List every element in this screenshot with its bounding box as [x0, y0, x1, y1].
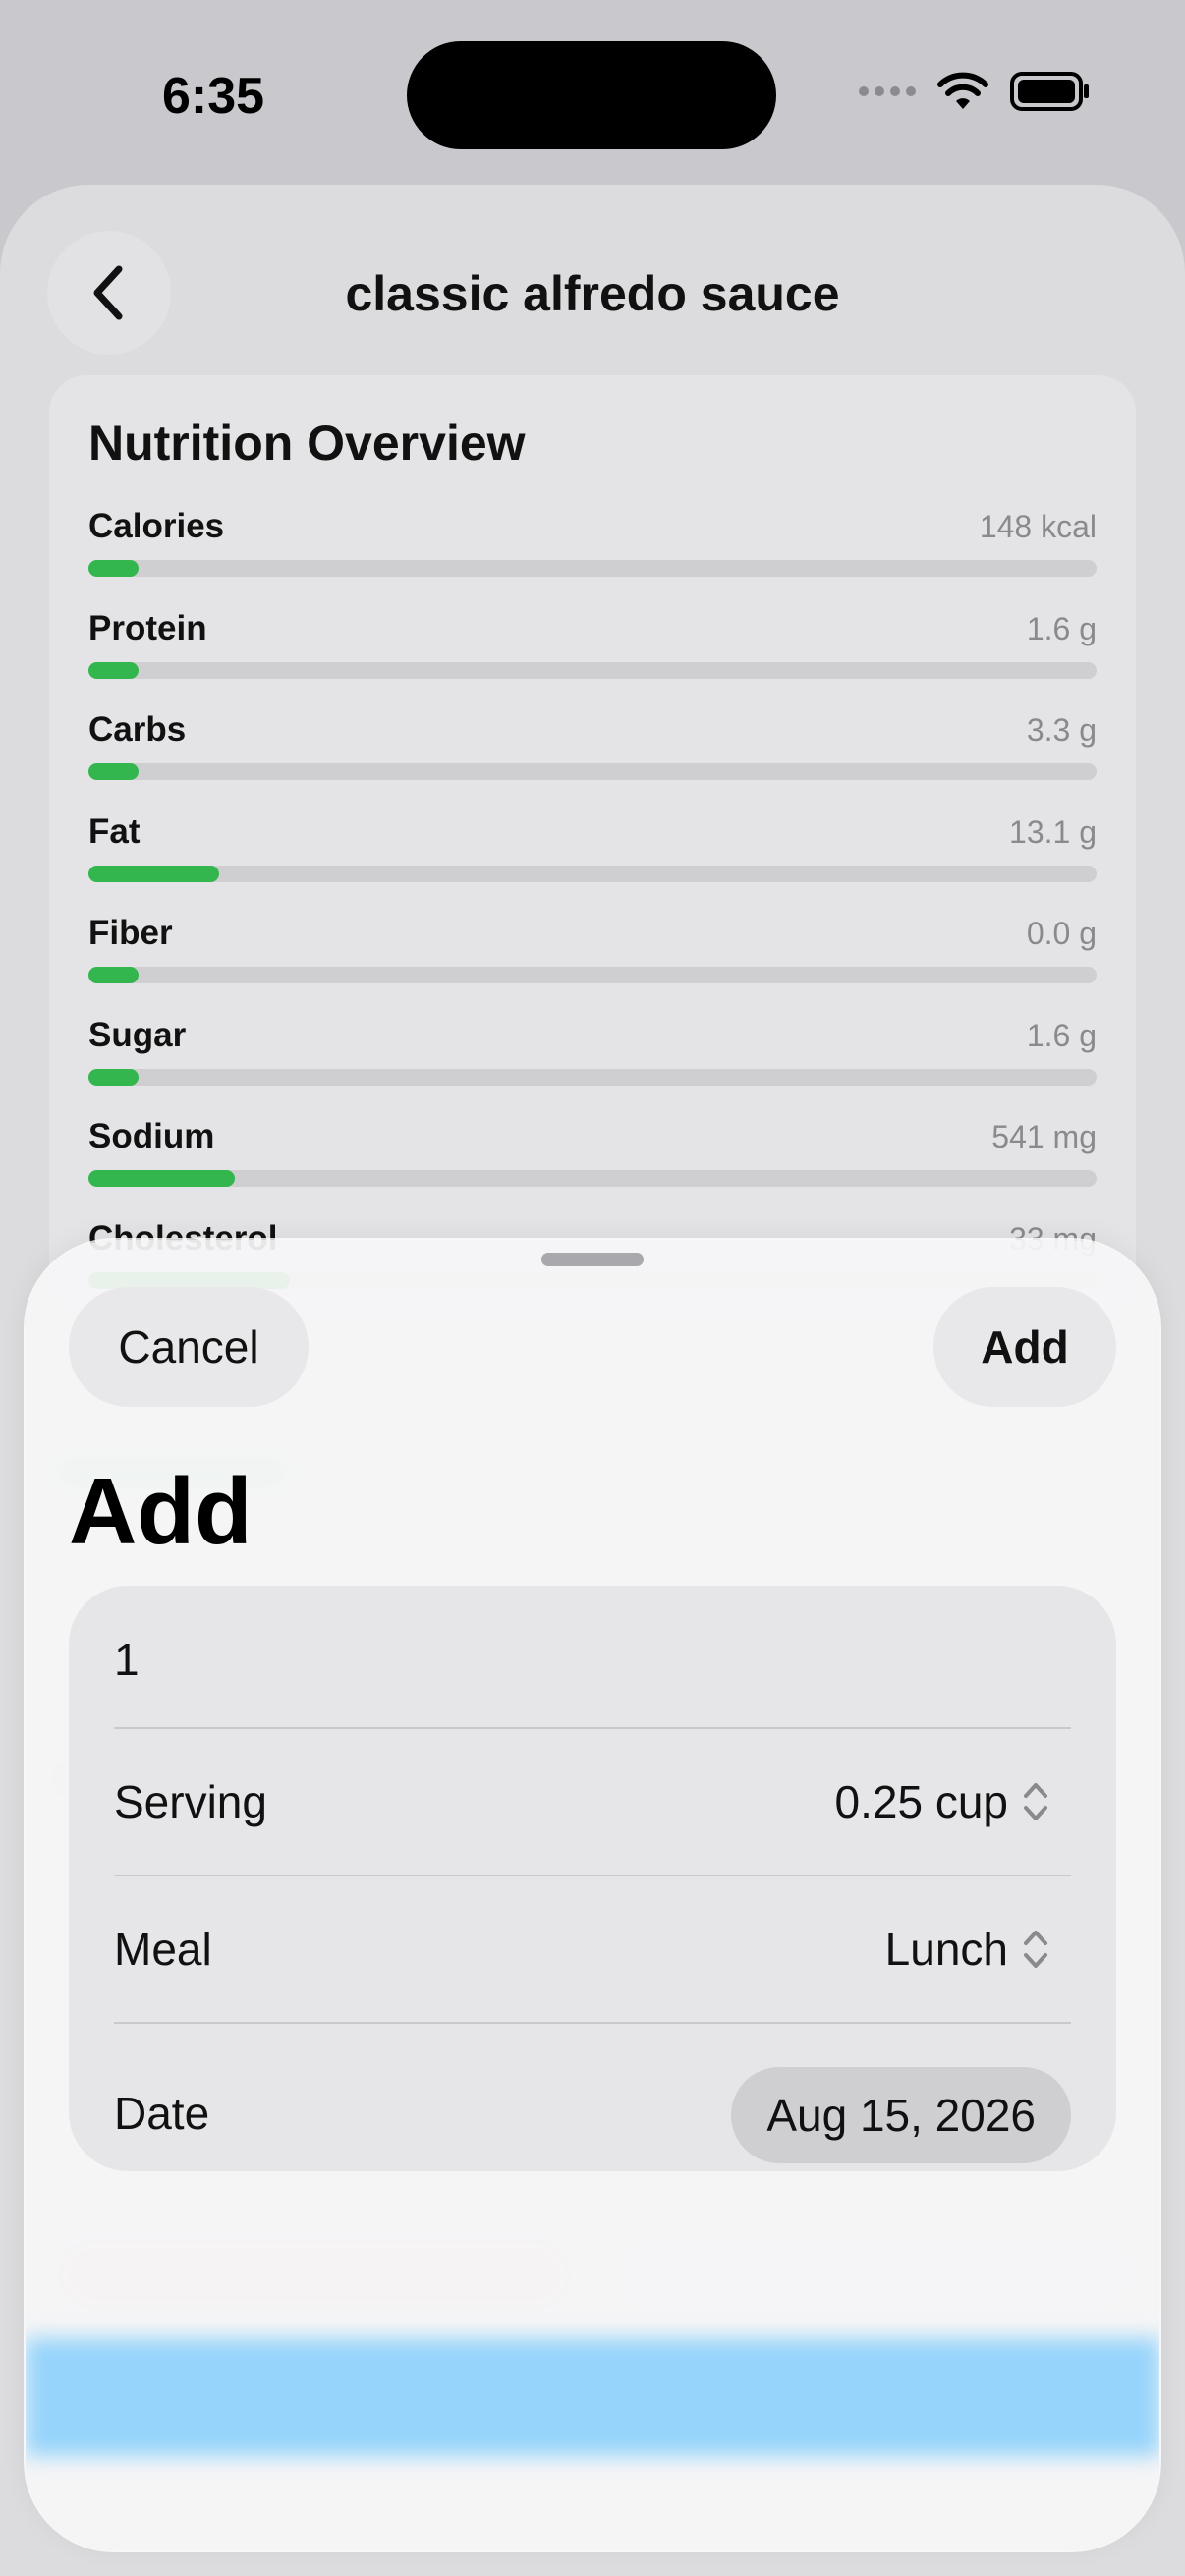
nutrition-progress-track — [88, 967, 1097, 983]
nutrition-row: Carbs 3.3 g — [88, 710, 1097, 789]
nutrition-progress-fill — [88, 661, 140, 679]
meal-value: Lunch — [884, 1924, 1008, 1975]
sheet-title: Add — [69, 1459, 253, 1564]
nutrition-progress-track — [88, 560, 1097, 577]
divider — [114, 1727, 1071, 1729]
nutrition-progress-fill — [88, 865, 220, 882]
serving-label: Serving — [114, 1776, 267, 1827]
serving-row[interactable]: Serving 0.25 cup — [114, 1775, 1071, 1834]
nutrition-title: Nutrition Overview — [88, 416, 526, 471]
sheet-grabber[interactable] — [541, 1253, 644, 1266]
nutrition-row: Sugar 1.6 g — [88, 1016, 1097, 1094]
page-title: classic alfredo sauce — [345, 266, 840, 321]
nutrition-row: Fat 13.1 g — [88, 812, 1097, 891]
nutrition-label: Fat — [88, 812, 141, 851]
blurred-add-button — [26, 2338, 1159, 2456]
nutrition-progress-fill — [88, 1068, 140, 1086]
meal-row[interactable]: Meal Lunch — [114, 1923, 1071, 1982]
nutrition-row: Fiber 0.0 g — [88, 914, 1097, 992]
nutrition-label: Protein — [88, 608, 207, 647]
nutrition-progress-track — [88, 763, 1097, 780]
divider — [114, 2022, 1071, 2024]
nutrition-value: 0.0 g — [1026, 916, 1097, 951]
date-picker[interactable]: Aug 15, 2026 — [731, 2067, 1071, 2163]
nutrition-row: Protein 1.6 g — [88, 609, 1097, 688]
up-down-chevron-icon — [1024, 1783, 1047, 1820]
nutrition-label: Sugar — [88, 1015, 187, 1054]
nutrition-value: 1.6 g — [1026, 1017, 1097, 1053]
nutrition-label: Calories — [88, 507, 225, 545]
nutrition-value: 541 mg — [991, 1119, 1097, 1154]
signal-dots-icon — [859, 86, 916, 96]
nutrition-value: 13.1 g — [1009, 813, 1097, 850]
date-label: Date — [114, 2088, 210, 2139]
nutrition-progress-track — [88, 661, 1097, 679]
nutrition-value: 1.6 g — [1026, 610, 1097, 646]
add-form: Serving 0.25 cup Meal Lunch Date — [69, 1586, 1116, 2171]
cancel-button[interactable]: Cancel — [69, 1287, 309, 1407]
nutrition-progress-fill — [88, 560, 140, 577]
serving-picker[interactable]: 0.25 cup — [835, 1775, 1049, 1828]
status-time: 6:35 — [162, 68, 265, 125]
divider — [114, 1875, 1071, 1876]
nutrition-card: Nutrition Overview Calories 148 kcal Prote… — [49, 375, 1136, 1318]
nutrition-value: 148 kcal — [979, 509, 1097, 544]
serving-value: 0.25 cup — [834, 1776, 1008, 1827]
nutrition-row: Sodium 541 mg — [88, 1117, 1097, 1196]
quantity-input[interactable] — [114, 1625, 998, 1694]
meal-picker[interactable]: Lunch — [885, 1923, 1049, 1976]
meal-label: Meal — [114, 1924, 212, 1975]
battery-icon — [1010, 72, 1089, 111]
nutrition-value: 3.3 g — [1026, 712, 1097, 748]
nutrition-progress-track — [88, 1068, 1097, 1086]
nutrition-progress-fill — [88, 967, 140, 983]
add-button[interactable]: Add — [933, 1287, 1116, 1407]
nutrition-label: Sodium — [88, 1117, 215, 1155]
status-icons — [859, 71, 1091, 112]
add-sheet: Cancel Add Add Serving 0.25 cup Meal Lun… — [26, 1240, 1159, 2550]
nutrition-progress-track — [88, 865, 1097, 882]
nutrition-progress-fill — [88, 763, 140, 780]
nutrition-label: Fiber — [88, 914, 173, 952]
up-down-chevron-icon — [1024, 1931, 1047, 1968]
dynamic-island — [407, 41, 776, 149]
nutrition-label: Carbs — [88, 710, 187, 749]
nutrition-row: Calories 148 kcal — [88, 507, 1097, 586]
wifi-icon — [937, 72, 988, 109]
nutrition-progress-track — [88, 1170, 1097, 1187]
nutrition-progress-fill — [88, 1170, 235, 1187]
